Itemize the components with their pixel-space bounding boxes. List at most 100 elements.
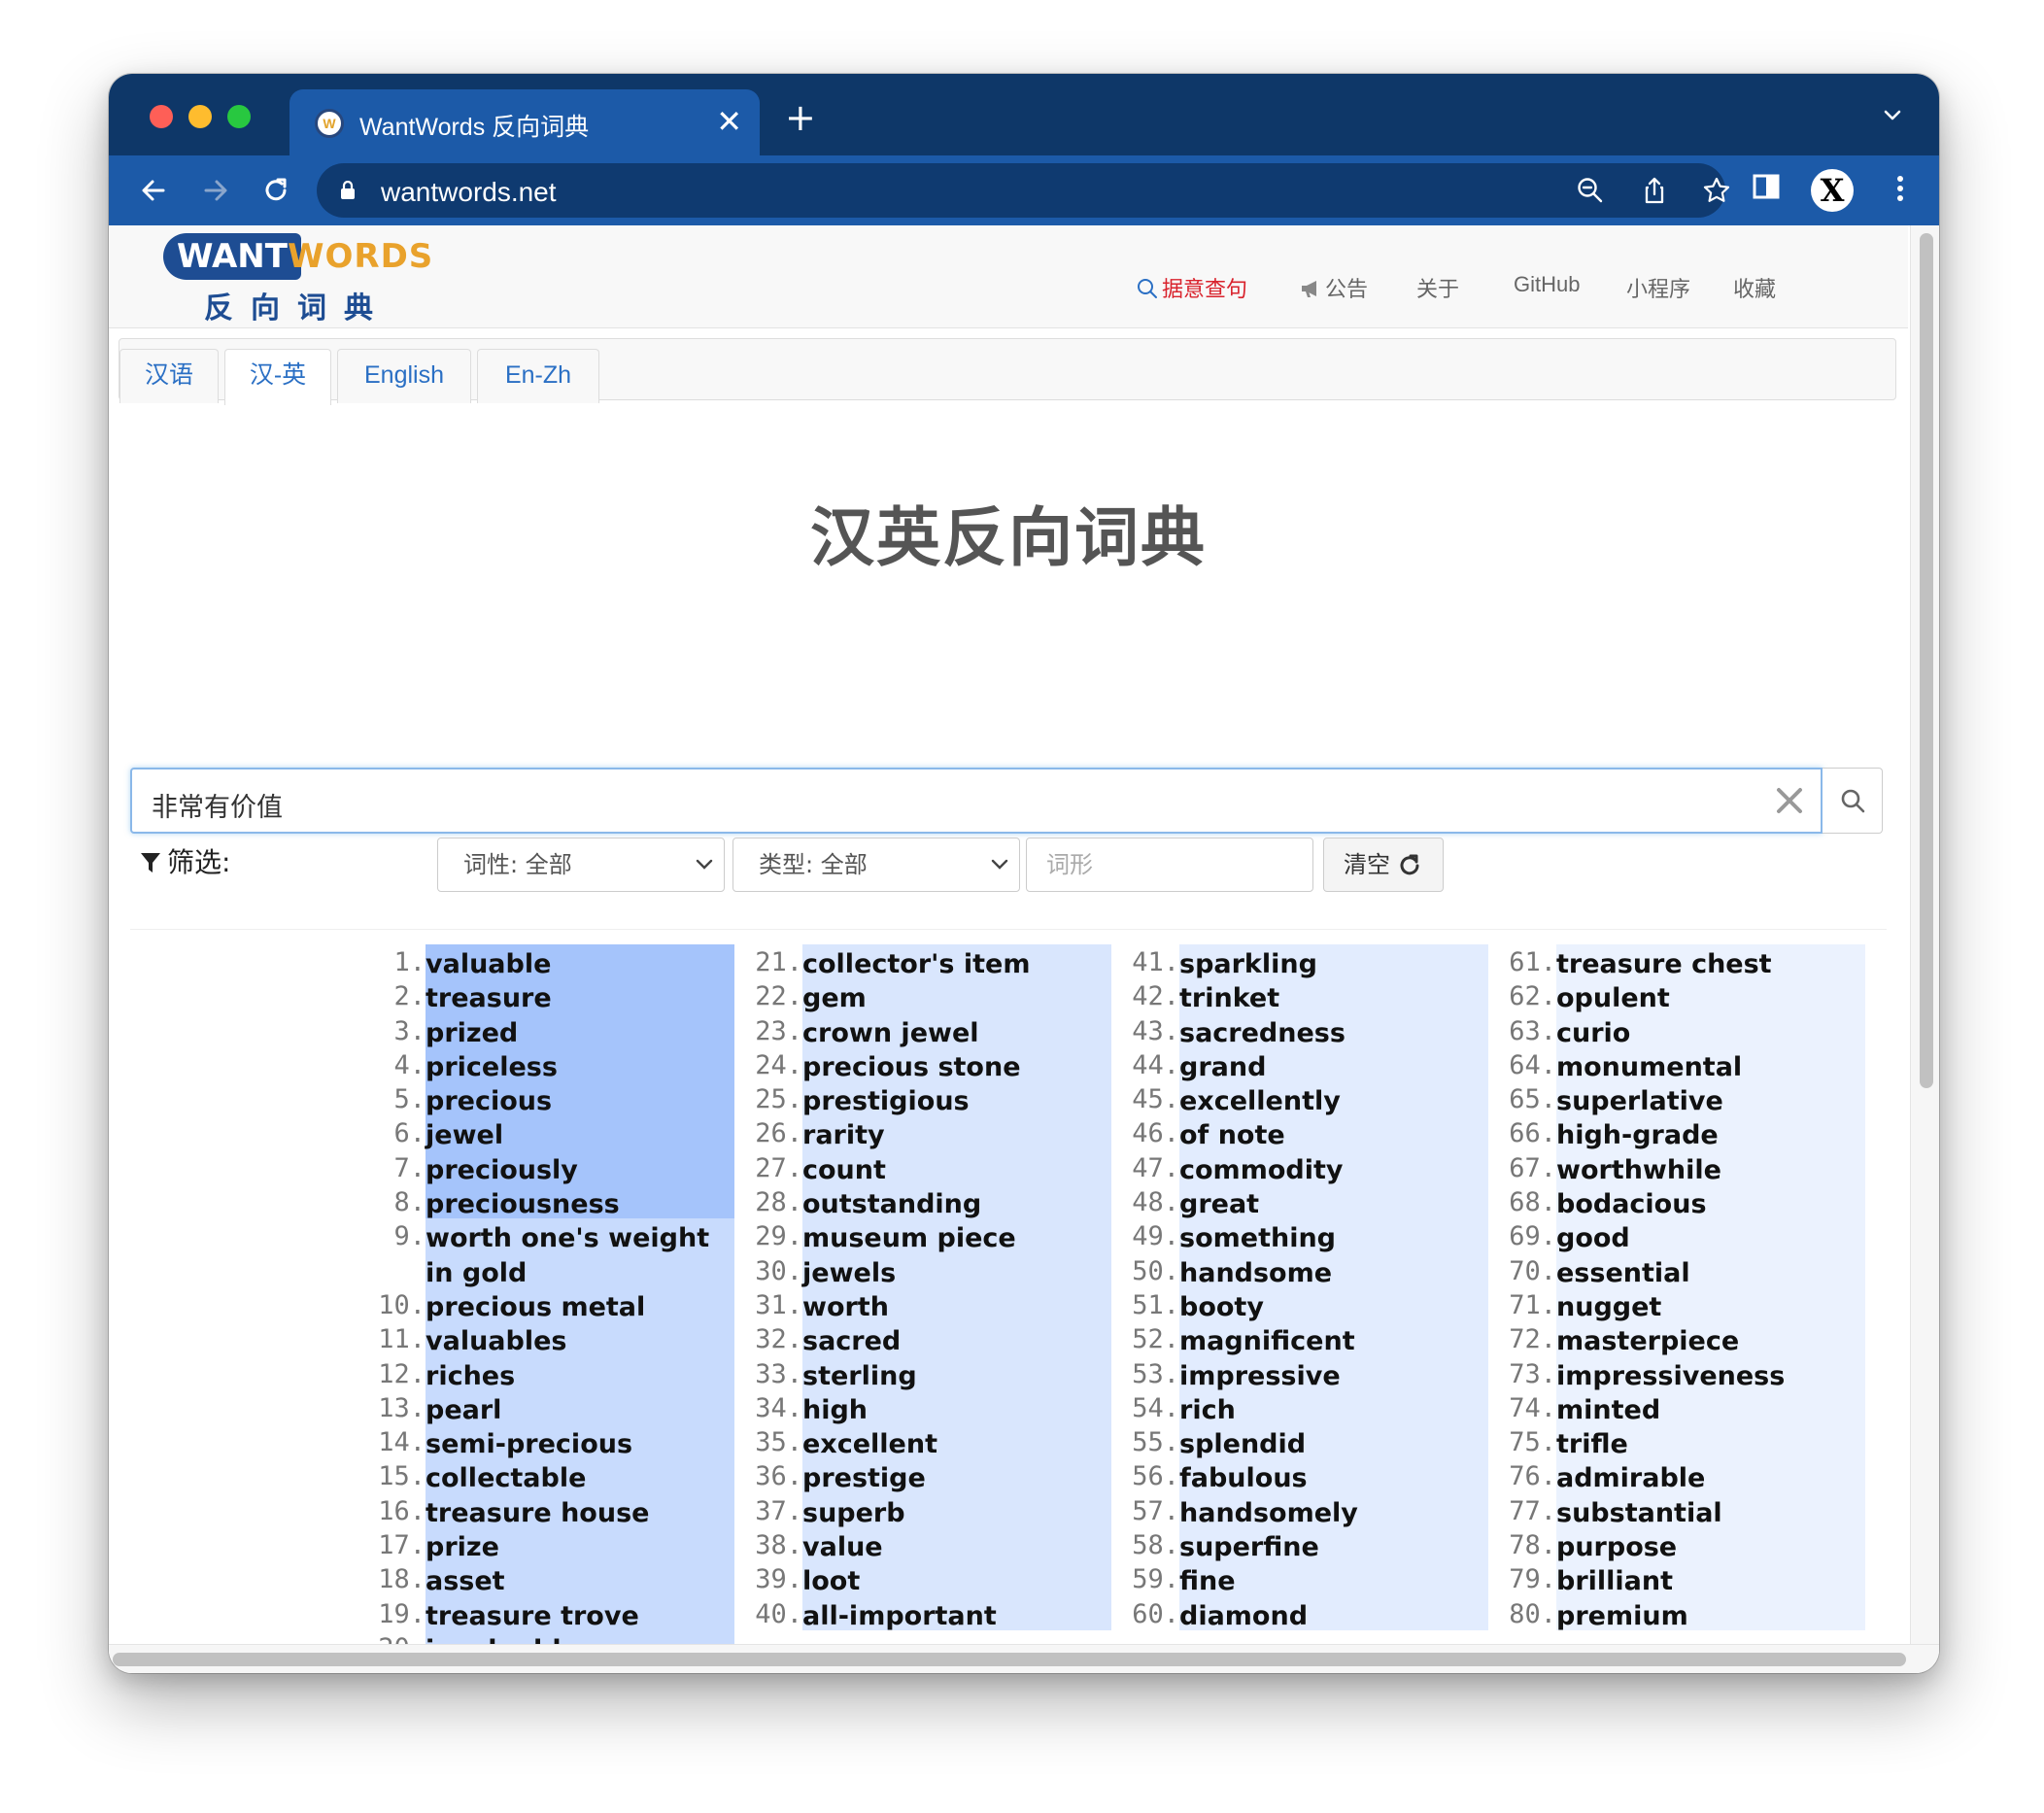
result-word[interactable]: curio <box>1556 1012 1865 1048</box>
result-item[interactable]: 75. trifle <box>1509 1424 1877 1459</box>
result-item[interactable]: 26. rarity <box>755 1115 1123 1150</box>
result-word[interactable]: collector's item <box>802 944 1111 979</box>
result-word[interactable]: sacred <box>802 1321 1111 1356</box>
result-word[interactable]: sparkling <box>1179 944 1488 979</box>
result-word[interactable]: all-important <box>802 1595 1111 1631</box>
result-word[interactable]: trinket <box>1179 978 1488 1013</box>
result-item[interactable]: 11. valuables <box>378 1321 746 1356</box>
result-word[interactable]: booty <box>1179 1286 1488 1322</box>
tab-english-chinese[interactable]: En-Zh <box>477 349 599 403</box>
tab-english[interactable]: English <box>337 349 471 403</box>
result-item[interactable]: 53. impressive <box>1132 1355 1500 1391</box>
clear-icon[interactable] <box>1772 783 1807 818</box>
clear-filters-button[interactable]: 清空 <box>1323 838 1444 892</box>
result-item[interactable]: 8. preciousness <box>393 1184 746 1219</box>
result-item[interactable]: 32. sacred <box>755 1321 1123 1356</box>
result-item[interactable]: 76. admirable <box>1509 1458 1877 1493</box>
result-item[interactable]: 15. collectable <box>378 1458 746 1493</box>
result-item[interactable]: 61. treasure chest <box>1509 944 1877 979</box>
result-word[interactable]: treasure <box>426 978 734 1013</box>
forward-arrow-icon[interactable] <box>198 173 233 208</box>
result-item[interactable]: 49. something <box>1132 1218 1500 1253</box>
horizontal-scrollbar-thumb[interactable] <box>113 1653 1906 1666</box>
result-word[interactable]: splendid <box>1179 1424 1488 1459</box>
result-item[interactable]: 52. magnificent <box>1132 1321 1500 1356</box>
result-item[interactable]: 22. gem <box>755 978 1123 1013</box>
result-word[interactable]: magnificent <box>1179 1321 1488 1356</box>
result-item[interactable]: 55. splendid <box>1132 1424 1500 1459</box>
result-word[interactable]: preciously <box>426 1149 734 1185</box>
result-item[interactable]: 39. loot <box>755 1561 1123 1596</box>
result-item[interactable]: 36. prestige <box>755 1458 1123 1493</box>
result-word[interactable]: handsomely <box>1179 1492 1488 1528</box>
result-word[interactable]: of note <box>1179 1115 1488 1150</box>
result-word[interactable]: treasure house <box>426 1492 734 1528</box>
type-select[interactable]: 类型: 全部 <box>732 838 1020 892</box>
result-item[interactable]: 66. high-grade <box>1509 1115 1877 1150</box>
result-item[interactable]: 78. purpose <box>1509 1527 1877 1562</box>
result-item[interactable]: 17. prize <box>378 1527 746 1562</box>
chevron-down-icon[interactable] <box>1881 103 1904 126</box>
result-word[interactable]: handsome <box>1179 1252 1488 1288</box>
result-item[interactable]: 2. treasure <box>393 978 746 1013</box>
result-item[interactable]: 41. sparkling <box>1132 944 1500 979</box>
result-item[interactable]: 54. rich <box>1132 1389 1500 1425</box>
result-item[interactable]: 18. asset <box>378 1561 746 1596</box>
result-item[interactable]: 71. nugget <box>1509 1286 1877 1322</box>
profile-avatar[interactable]: X <box>1811 169 1854 212</box>
star-icon[interactable] <box>1702 176 1731 205</box>
result-word[interactable]: jewels <box>802 1252 1111 1288</box>
result-item[interactable]: 30. jewels <box>755 1252 1123 1288</box>
horizontal-scrollbar[interactable] <box>109 1644 1939 1673</box>
result-item[interactable]: 69. good <box>1509 1218 1877 1253</box>
result-word[interactable]: sacredness <box>1179 1012 1488 1048</box>
result-word[interactable]: precious metal <box>426 1286 734 1322</box>
back-arrow-icon[interactable] <box>136 173 171 208</box>
result-item[interactable]: 67. worthwhile <box>1509 1149 1877 1185</box>
result-item[interactable]: 4. priceless <box>393 1046 746 1082</box>
result-item[interactable]: 14. semi-precious <box>378 1424 746 1459</box>
result-item[interactable]: 27. count <box>755 1149 1123 1185</box>
result-item[interactable]: 42. trinket <box>1132 978 1500 1013</box>
result-word[interactable]: sterling <box>802 1355 1111 1391</box>
result-word[interactable]: superb <box>802 1492 1111 1528</box>
result-item[interactable]: 25. prestigious <box>755 1081 1123 1116</box>
result-item[interactable]: 31. worth <box>755 1286 1123 1322</box>
result-word[interactable]: jewel <box>426 1115 734 1150</box>
result-item[interactable]: 3. prized <box>393 1012 746 1048</box>
vertical-scrollbar-thumb[interactable] <box>1920 233 1933 1088</box>
result-word[interactable]: valuable <box>426 944 734 979</box>
result-item[interactable]: 74. minted <box>1509 1389 1877 1425</box>
result-item[interactable]: 68. bodacious <box>1509 1184 1877 1219</box>
result-item[interactable]: 80. premium <box>1509 1595 1877 1631</box>
result-item[interactable]: 24. precious stone <box>755 1046 1123 1082</box>
result-item[interactable]: 35. excellent <box>755 1424 1123 1459</box>
result-word[interactable]: worthwhile <box>1556 1149 1865 1185</box>
minimize-window-button[interactable] <box>188 105 212 128</box>
result-item[interactable]: 70. essential <box>1509 1252 1877 1288</box>
vertical-scrollbar[interactable] <box>1910 225 1939 1644</box>
result-word[interactable]: excellent <box>802 1424 1111 1459</box>
result-word[interactable]: commodity <box>1179 1149 1488 1185</box>
result-word[interactable]: diamond <box>1179 1595 1488 1631</box>
result-word[interactable]: semi-precious <box>426 1424 734 1459</box>
logo-words[interactable]: WORDS <box>288 233 433 280</box>
logo-want[interactable]: WANT <box>163 233 301 280</box>
result-item[interactable]: 34. high <box>755 1389 1123 1425</box>
result-word[interactable]: essential <box>1556 1252 1865 1288</box>
result-word[interactable]: worth <box>802 1286 1111 1322</box>
maximize-window-button[interactable] <box>227 105 251 128</box>
result-word[interactable]: treasure chest <box>1556 944 1865 979</box>
result-item[interactable]: 65. superlative <box>1509 1081 1877 1116</box>
result-item[interactable]: 79. brilliant <box>1509 1561 1877 1596</box>
result-item[interactable]: 58. superfine <box>1132 1527 1500 1562</box>
result-item[interactable]: 40. all-important <box>755 1595 1123 1631</box>
result-word[interactable]: something <box>1179 1218 1488 1253</box>
result-item[interactable]: 16. treasure house <box>378 1492 746 1528</box>
result-item[interactable]: 33. sterling <box>755 1355 1123 1391</box>
result-item[interactable]: 72. masterpiece <box>1509 1321 1877 1356</box>
result-word[interactable]: high <box>802 1389 1111 1425</box>
result-item[interactable]: 47. commodity <box>1132 1149 1500 1185</box>
result-item[interactable]: 9. worth one's weight in gold <box>393 1218 746 1288</box>
result-word[interactable]: admirable <box>1556 1458 1865 1493</box>
